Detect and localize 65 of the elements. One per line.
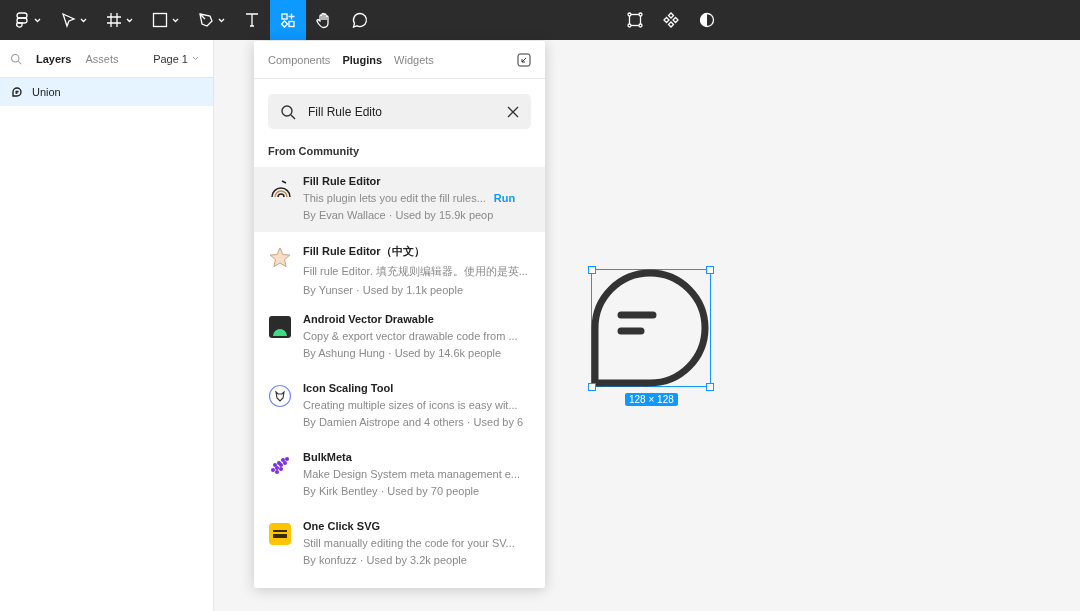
mask-icon (698, 11, 716, 29)
plugin-description: Make Design System meta management e... (303, 468, 521, 480)
plugin-meta: By Damien Aistrope and 4 others · Used by 6 (303, 416, 525, 428)
plugin-name: Android Vector Drawable (303, 313, 435, 325)
popup-tab[interactable]: Plugins (342, 53, 383, 66)
plugin-description: Copy & export vector drawable code from ... (303, 330, 518, 342)
face-badge-icon (268, 384, 292, 408)
popup-tab[interactable]: Widgets (394, 53, 434, 66)
plugin-name: Fill Rule Editor（中文） (303, 244, 426, 259)
search-icon (10, 52, 22, 65)
pen-icon (197, 11, 215, 29)
caret-icon (126, 17, 133, 23)
plugin-description: Creating multiple sizes of icons is easy wit... (303, 399, 518, 411)
comment-icon (351, 11, 369, 29)
size-label: 128 × 128 (625, 393, 678, 406)
collapse-icon[interactable] (517, 52, 531, 67)
plugin-description: This plugin lets you edit the fill rules... (303, 192, 486, 204)
layer-name: Union (32, 86, 61, 98)
plugin-item[interactable]: BulkMeta Make Design System meta management e... By Kirk Bentley · Used by 70 people (254, 443, 545, 508)
plugin-item[interactable]: Icon Scaling Tool Creating multiple sizes of icons is easy wit... By Damien Aistrope and 4 others · Used by 6 (254, 374, 545, 439)
plugin-meta: By Yunser · Used by 1.1k people (303, 284, 464, 296)
plugin-meta: By konfuzz · Used by 3.2k people (303, 554, 468, 566)
star-icon (268, 246, 292, 270)
section-heading: From Community (267, 144, 361, 159)
rectangle-icon (151, 11, 169, 29)
caret-icon (34, 17, 41, 23)
plugin-name: Icon Scaling Tool (303, 382, 395, 394)
caret-icon (192, 56, 199, 61)
close-icon[interactable] (507, 105, 519, 118)
plugin-meta: By Evan Wallace · Used by 15.9k peop (303, 209, 495, 221)
edit-object-icon (626, 11, 644, 29)
resize-handle[interactable] (706, 383, 714, 391)
resources-icon (279, 11, 297, 29)
page-selector[interactable]: Page 1 (153, 52, 199, 65)
plugin-description: Still manually editing the code for your SV... (303, 537, 515, 549)
plugin-name: BulkMeta (303, 451, 353, 463)
plugin-item[interactable]: Fill Rule Editor（中文） Fill rule Editor. 填充规则编辑器。使用的是英... By Yunser · Used by 1.1k people (254, 236, 545, 301)
panel-tab[interactable]: Layers (36, 52, 72, 65)
text-icon (243, 11, 261, 29)
search-field[interactable]: Fill Rule Edito (268, 94, 531, 129)
figma-logo-icon (13, 11, 31, 29)
plugin-item[interactable]: One Click SVG Still manually editing the code for your SV... By konfuzz · Used by 3.2k people (254, 512, 545, 577)
popup-tab[interactable]: Components (268, 53, 331, 66)
plugin-description: Fill rule Editor. 填充规则编辑器。使用的是英... (303, 264, 528, 279)
resize-handle[interactable] (588, 383, 596, 391)
plugin-item[interactable]: Fill Rule Editor This plugin lets you edit the fill rules... Run By Evan Wallace · Used by 15.9k peop (254, 167, 545, 232)
plugin-meta: By Ashung Hung · Used by 14.6k people (303, 347, 503, 359)
caret-icon (172, 17, 179, 23)
plugin-tile-icon (268, 522, 292, 546)
plugin-meta: By Kirk Bentley · Used by 70 people (303, 485, 481, 497)
layer-row[interactable]: Union (0, 78, 213, 106)
search-icon (280, 103, 296, 120)
panel-tab[interactable]: Assets (85, 52, 119, 65)
union-layer-icon (12, 87, 22, 97)
resize-handle[interactable] (706, 266, 714, 274)
android-icon (268, 315, 292, 339)
plugin-name: Fill Rule Editor (303, 175, 382, 187)
component-icon (662, 11, 680, 29)
plugin-item[interactable]: Android Vector Drawable Copy & export vector drawable code from ... By Ashung Hung · Used by 14.6k people (254, 305, 545, 370)
pointer-icon (59, 11, 77, 29)
frame-icon (105, 11, 123, 29)
plugin-name: One Click SVG (303, 520, 382, 532)
resize-handle[interactable] (588, 266, 596, 274)
caret-icon (218, 17, 225, 23)
caret-icon (80, 17, 87, 23)
